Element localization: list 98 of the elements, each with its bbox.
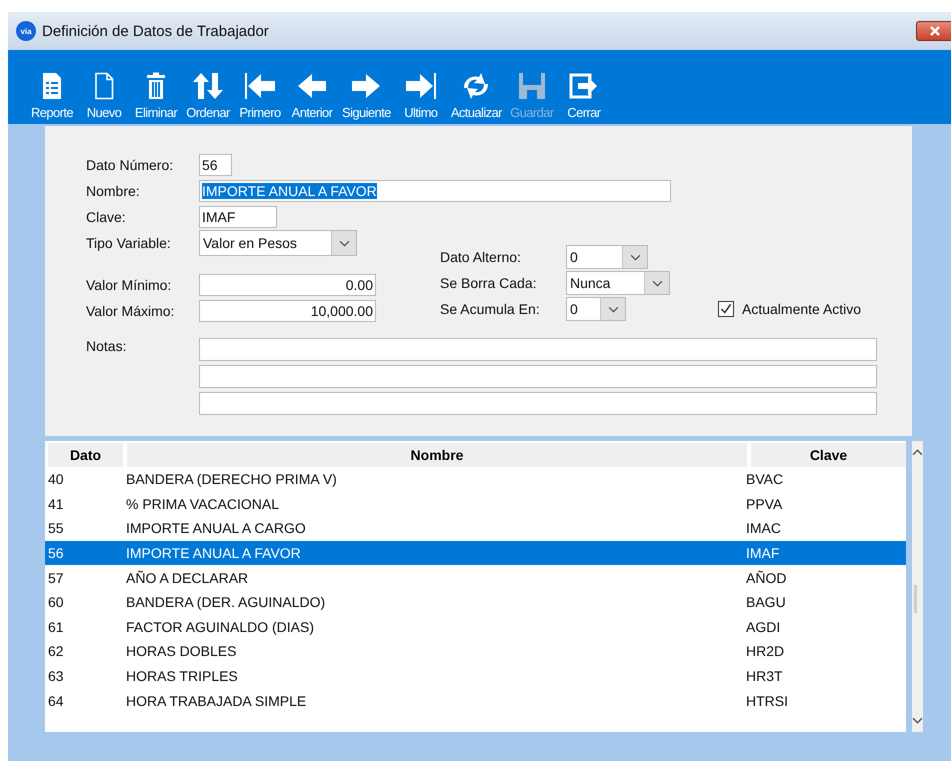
dropdown[interactable]: 0 [566, 245, 648, 269]
table-cell-text: 64 [47, 692, 65, 709]
toolbar-button[interactable]: Ultimo [394, 72, 447, 120]
trash-icon [144, 72, 168, 100]
up-down-arrows-icon [192, 72, 224, 100]
dropdown[interactable]: 0 [566, 297, 626, 321]
chevron-down-icon [338, 240, 350, 246]
chevron-down-icon [608, 306, 618, 312]
last-arrow-icon [404, 72, 437, 100]
table-cell-text: FACTOR AGUINALDO (DIAS) [126, 618, 315, 635]
table-cell-text: AÑO A DECLARAR [126, 570, 250, 586]
table-cell-text: IMPORTE ANUAL A CARGO [126, 520, 307, 536]
notes-field[interactable] [199, 338, 877, 361]
table-row[interactable]: 62 HORAS DOBLES HR2D [45, 639, 906, 664]
table-cell-text: AGDI [746, 618, 782, 635]
table-cell-text: IMPORTE ANUAL A FAVOR [126, 545, 302, 562]
table-cell-text: HR3T [746, 668, 784, 684]
column-header[interactable]: Clave [751, 443, 906, 467]
table-cell-text: % PRIMA VACACIONAL [126, 496, 280, 512]
table-cell-text: 56 [47, 545, 65, 562]
table-cell-text: 55 [47, 520, 65, 536]
field-label: Se Acumula En: [440, 301, 541, 317]
table-cell-text: 61 [47, 618, 65, 635]
table-cell-text: BANDERA (DERECHO PRIMA V) [126, 471, 338, 488]
left-arrow-icon [296, 72, 328, 100]
table-cell-text: BANDERA (DER. AGUINALDO) [126, 594, 326, 610]
table-row[interactable]: 63 HORAS TRIPLES HR3T [45, 664, 906, 688]
scrollbar[interactable] [912, 441, 923, 732]
checkbox-label: Actualmente Activo [742, 301, 862, 317]
table-cell-text: HORAS TRIPLES [126, 668, 239, 684]
scroll-up-icon[interactable] [912, 449, 923, 456]
table-row[interactable]: 61 FACTOR AGUINALDO (DIAS) AGDI [45, 614, 906, 640]
input-field[interactable]: IMAF [199, 206, 277, 228]
window-title: Definición de Datos de Trabajador [42, 22, 270, 40]
exit-icon [568, 72, 600, 100]
table-cell-text: BAGU [746, 594, 787, 610]
table-row[interactable]: 56 IMPORTE ANUAL A FAVOR IMAF [45, 540, 906, 566]
field-label: Notas: [86, 338, 128, 356]
chevron-down-icon [652, 280, 662, 286]
table-row[interactable]: 41 % PRIMA VACACIONAL PPVA [45, 492, 906, 516]
toolbar-button[interactable]: Primero [234, 72, 286, 120]
field-label: Se Borra Cada: [440, 275, 538, 291]
table-cell-text: HTRSI [746, 692, 789, 709]
scroll-down-icon[interactable] [912, 717, 923, 724]
field-label: Tipo Variable: [86, 235, 172, 251]
right-arrow-icon [350, 72, 382, 100]
toolbar-button[interactable]: Nuevo [78, 72, 130, 120]
toolbar-button[interactable]: Ordenar [182, 72, 234, 120]
input-field[interactable]: 10,000.00 [199, 300, 376, 322]
document-list-icon [40, 72, 64, 100]
scroll-thumb[interactable] [914, 585, 917, 613]
close-icon [930, 26, 940, 36]
notes-field[interactable] [199, 392, 877, 415]
toolbar-button[interactable]: Anterior [286, 72, 338, 120]
table-row[interactable]: 64 HORA TRABAJADA SIMPLE HTRSI [45, 688, 906, 713]
toolbar-button[interactable]: Eliminar [130, 72, 182, 120]
field-label: Dato Alterno: [440, 249, 522, 265]
table-cell-text: BVAC [746, 471, 784, 488]
table-row[interactable]: 40 BANDERA (DERECHO PRIMA V) BVAC [45, 467, 906, 492]
table-cell-text: HORAS DOBLES [126, 643, 238, 660]
input-field[interactable]: 56 [199, 154, 232, 176]
notes-field[interactable] [199, 365, 877, 388]
input-field[interactable]: IMPORTE ANUAL A FAVOR [199, 180, 671, 202]
table-cell-text: HR2D [746, 643, 786, 660]
app-logo: via [16, 21, 36, 41]
field-label: Nombre: [86, 183, 141, 199]
table-row[interactable]: 55 IMPORTE ANUAL A CARGO IMAC [45, 516, 906, 541]
toolbar-button[interactable]: Cerrar [558, 72, 610, 120]
chevron-down-icon [630, 254, 640, 260]
input-field[interactable]: 0.00 [199, 274, 376, 296]
table-cell-text: 62 [47, 643, 65, 660]
table-cell-text: IMAC [746, 520, 782, 536]
dropdown[interactable]: Valor en Pesos [199, 230, 357, 256]
toolbar-button[interactable]: Actualizar [446, 72, 506, 120]
table-row[interactable]: 60 BANDERA (DER. AGUINALDO) BAGU [45, 590, 906, 615]
close-button[interactable] [916, 21, 951, 41]
table-cell-text: AÑOD [746, 570, 788, 586]
first-arrow-icon [244, 72, 276, 100]
column-header[interactable]: Dato [48, 443, 123, 467]
toolbar-button[interactable]: Reporte [26, 72, 78, 120]
blank-page-icon [92, 72, 116, 100]
table-cell-text: 60 [47, 594, 65, 610]
table-cell-text: HORA TRABAJADA SIMPLE [126, 692, 308, 709]
field-label: Dato Número: [86, 157, 174, 173]
field-label: Clave: [86, 209, 127, 225]
table-cell-text: 41 [47, 496, 65, 512]
dropdown[interactable]: Nunca [566, 271, 670, 295]
checkbox[interactable] [718, 301, 734, 317]
field-label: Valor Máximo: [86, 303, 176, 319]
table-cell-text: PPVA [746, 496, 784, 512]
toolbar-button[interactable]: Siguiente [338, 72, 395, 120]
field-label: Valor Mínimo: [86, 277, 172, 293]
table-cell-text: IMAF [746, 545, 780, 562]
table-row[interactable]: 57 AÑO A DECLARAR AÑOD [45, 565, 906, 590]
table-cell-text: 57 [47, 570, 65, 586]
column-header[interactable]: Nombre [127, 443, 747, 467]
table-cell-text: 40 [47, 471, 65, 488]
table-cell-text: 63 [47, 668, 65, 684]
